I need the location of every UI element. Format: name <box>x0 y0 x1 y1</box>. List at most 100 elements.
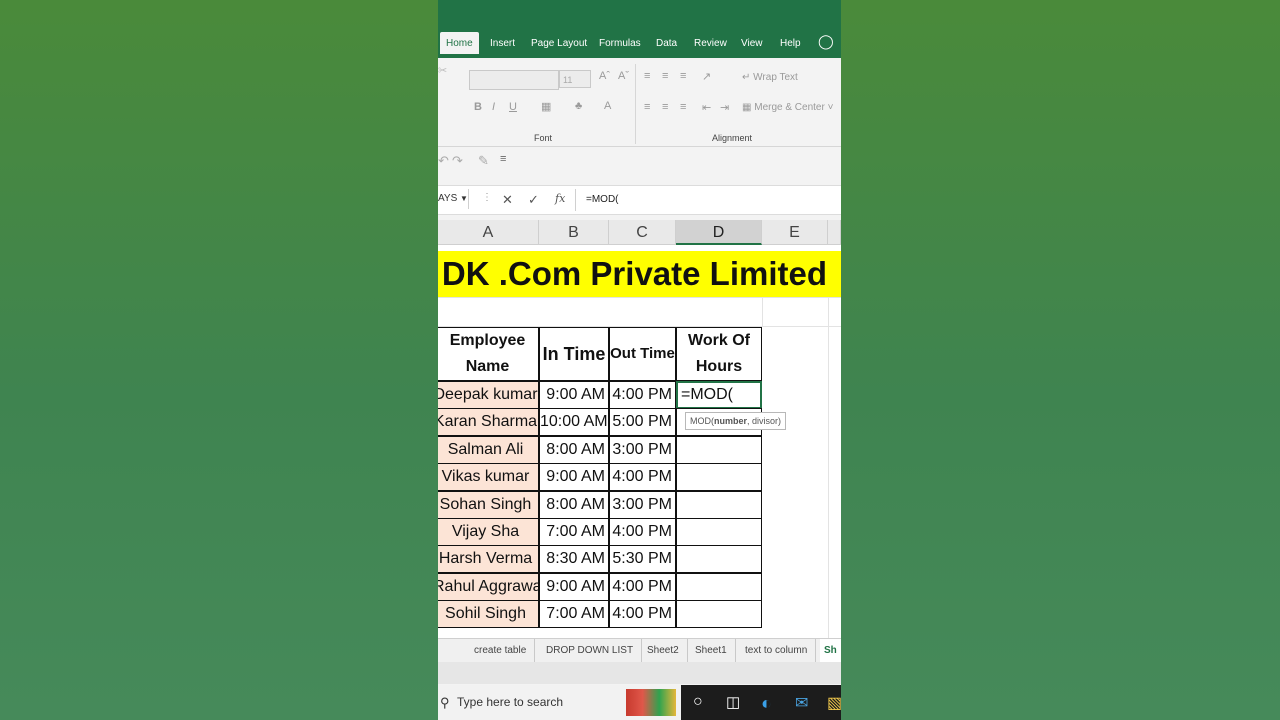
mail-icon[interactable]: ✉ <box>795 693 808 713</box>
wrap-text-button[interactable]: ↵ Wrap Text <box>742 72 798 83</box>
employee-name-cell[interactable]: Sohil Singh <box>438 600 539 628</box>
in-time-cell[interactable]: 10:00 AM <box>539 408 609 436</box>
insert-function-icon[interactable]: fx <box>555 192 565 205</box>
in-time-cell[interactable]: 7:00 AM <box>539 518 609 546</box>
font-size-combo[interactable]: 11 <box>559 70 591 88</box>
align-top-icon[interactable]: ≡ <box>644 70 650 82</box>
out-time-cell[interactable]: 4:00 PM <box>609 600 676 628</box>
align-right-icon[interactable]: ≡ <box>680 101 686 113</box>
header-out-time[interactable]: Out Time <box>609 327 676 381</box>
employee-name-cell[interactable]: Rahul Aggrawal <box>438 573 539 601</box>
header-in-time[interactable]: In Time <box>539 327 609 381</box>
decrease-indent-icon[interactable]: ⇤ <box>702 101 711 114</box>
customize-qat-icon[interactable]: ≡ <box>500 153 506 165</box>
out-time-cell[interactable]: 4:00 PM <box>609 463 676 491</box>
work-hours-cell[interactable] <box>676 518 762 546</box>
cancel-icon[interactable]: ✕ <box>502 192 513 208</box>
employee-name-cell[interactable]: Sohan Singh <box>438 491 539 519</box>
clipboard-icon[interactable]: ✂ <box>438 64 447 77</box>
align-bottom-icon[interactable]: ≡ <box>680 70 686 82</box>
enter-icon[interactable]: ✓ <box>528 192 539 208</box>
in-time-cell[interactable]: 8:00 AM <box>539 491 609 519</box>
function-tooltip[interactable]: MOD(number, divisor) <box>685 412 787 430</box>
sheet-tab-sheet1[interactable]: Sheet1 <box>687 639 736 663</box>
column-header-a[interactable]: A <box>438 220 539 245</box>
company-banner[interactable]: DK .Com Private Limited <box>438 251 841 297</box>
tab-page-layout[interactable]: Page Layout <box>531 36 587 58</box>
employee-name-cell[interactable]: Vijay Sha <box>438 518 539 546</box>
sheet-tab-create-table[interactable]: create table <box>466 639 536 663</box>
name-box[interactable]: AYS ▼ <box>438 189 469 209</box>
tab-review[interactable]: Review <box>694 36 727 58</box>
header-employee-name[interactable]: Employee Name <box>438 327 539 381</box>
work-hours-cell[interactable] <box>676 600 762 628</box>
sheet-tab-sheet2[interactable]: Sheet2 <box>639 639 688 663</box>
tab-help[interactable]: Help <box>780 36 801 58</box>
format-painter-icon[interactable]: ✎ <box>478 153 489 169</box>
fill-color-icon[interactable]: ♣ <box>575 100 582 112</box>
sheet-tab-drop-down-list[interactable]: DROP DOWN LIST <box>538 639 643 663</box>
employee-name-cell[interactable]: Vikas kumar <box>438 463 539 491</box>
column-header-d[interactable]: D <box>676 220 762 245</box>
undo-icon[interactable]: ↶ <box>438 153 449 169</box>
redo-icon[interactable]: ↷ <box>452 153 463 169</box>
column-header-e[interactable]: E <box>762 220 828 245</box>
edge-icon[interactable]: ◐ <box>761 693 772 714</box>
increase-indent-icon[interactable]: ⇥ <box>720 101 729 114</box>
in-time-cell[interactable]: 9:00 AM <box>539 463 609 491</box>
column-header-b[interactable]: B <box>539 220 609 245</box>
in-time-cell[interactable]: 7:00 AM <box>539 600 609 628</box>
task-view-icon[interactable]: ◫ <box>726 693 740 711</box>
in-time-cell[interactable]: 8:00 AM <box>539 436 609 464</box>
employee-name-cell[interactable]: Harsh Verma <box>438 545 539 573</box>
merge-center-button[interactable]: ▦ Merge & Center ˅ <box>742 102 833 113</box>
work-hours-cell[interactable] <box>676 436 762 464</box>
align-middle-icon[interactable]: ≡ <box>662 70 668 82</box>
work-hours-cell[interactable] <box>676 491 762 519</box>
out-time-cell[interactable]: 4:00 PM <box>609 381 676 409</box>
increase-font-icon[interactable]: Aˆ <box>599 70 610 82</box>
decrease-font-icon[interactable]: Aˇ <box>618 70 629 82</box>
file-explorer-icon[interactable]: ▧ <box>827 693 841 713</box>
employee-name-cell[interactable]: Salman Ali <box>438 436 539 464</box>
out-time-cell[interactable]: 5:00 PM <box>609 408 676 436</box>
in-time-cell[interactable]: 9:00 AM <box>539 381 609 409</box>
font-name-combo[interactable] <box>469 70 559 90</box>
in-time-cell[interactable]: 8:30 AM <box>539 545 609 573</box>
work-hours-cell[interactable] <box>676 545 762 573</box>
align-left-icon[interactable]: ≡ <box>644 101 650 113</box>
header-work-of-hours[interactable]: Work Of Hours <box>676 327 762 381</box>
bold-button[interactable]: B <box>474 101 482 113</box>
italic-button[interactable]: I <box>492 101 495 113</box>
lightbulb-icon[interactable]: ◯ <box>818 33 834 55</box>
in-time-cell[interactable]: 9:00 AM <box>539 573 609 601</box>
column-header-f[interactable] <box>828 220 841 245</box>
column-header-c[interactable]: C <box>609 220 676 245</box>
align-center-icon[interactable]: ≡ <box>662 101 668 113</box>
out-time-cell[interactable]: 5:30 PM <box>609 545 676 573</box>
out-time-cell[interactable]: 4:00 PM <box>609 518 676 546</box>
taskbar-search-box[interactable]: ⚲ Type here to search <box>438 685 681 720</box>
font-color-icon[interactable]: A <box>604 100 611 112</box>
underline-button[interactable]: U <box>509 101 517 113</box>
tab-home[interactable]: Home <box>440 32 479 54</box>
horizontal-scrollbar[interactable] <box>438 662 841 684</box>
tab-view[interactable]: View <box>741 36 763 58</box>
worksheet-grid[interactable]: A B C D E DK .Com Private Limited Employ… <box>438 220 841 638</box>
tab-data[interactable]: Data <box>656 36 677 58</box>
work-hours-cell[interactable] <box>676 463 762 491</box>
borders-icon[interactable]: ▦ <box>541 100 551 113</box>
cortana-icon[interactable]: ○ <box>693 693 703 711</box>
out-time-cell[interactable]: 3:00 PM <box>609 491 676 519</box>
out-time-cell[interactable]: 4:00 PM <box>609 573 676 601</box>
sheet-tab-text-to-column[interactable]: text to column <box>737 639 817 663</box>
work-hours-cell[interactable] <box>676 573 762 601</box>
orientation-icon[interactable]: ↗ <box>702 70 711 83</box>
formula-input[interactable]: =MOD( <box>586 186 619 214</box>
tab-formulas[interactable]: Formulas <box>599 36 641 58</box>
active-cell-d[interactable]: =MOD( <box>676 381 762 409</box>
out-time-cell[interactable]: 3:00 PM <box>609 436 676 464</box>
employee-name-cell[interactable]: Deepak kumar <box>438 381 539 409</box>
employee-name-cell[interactable]: Karan Sharma <box>438 408 539 436</box>
tab-insert[interactable]: Insert <box>490 36 515 58</box>
